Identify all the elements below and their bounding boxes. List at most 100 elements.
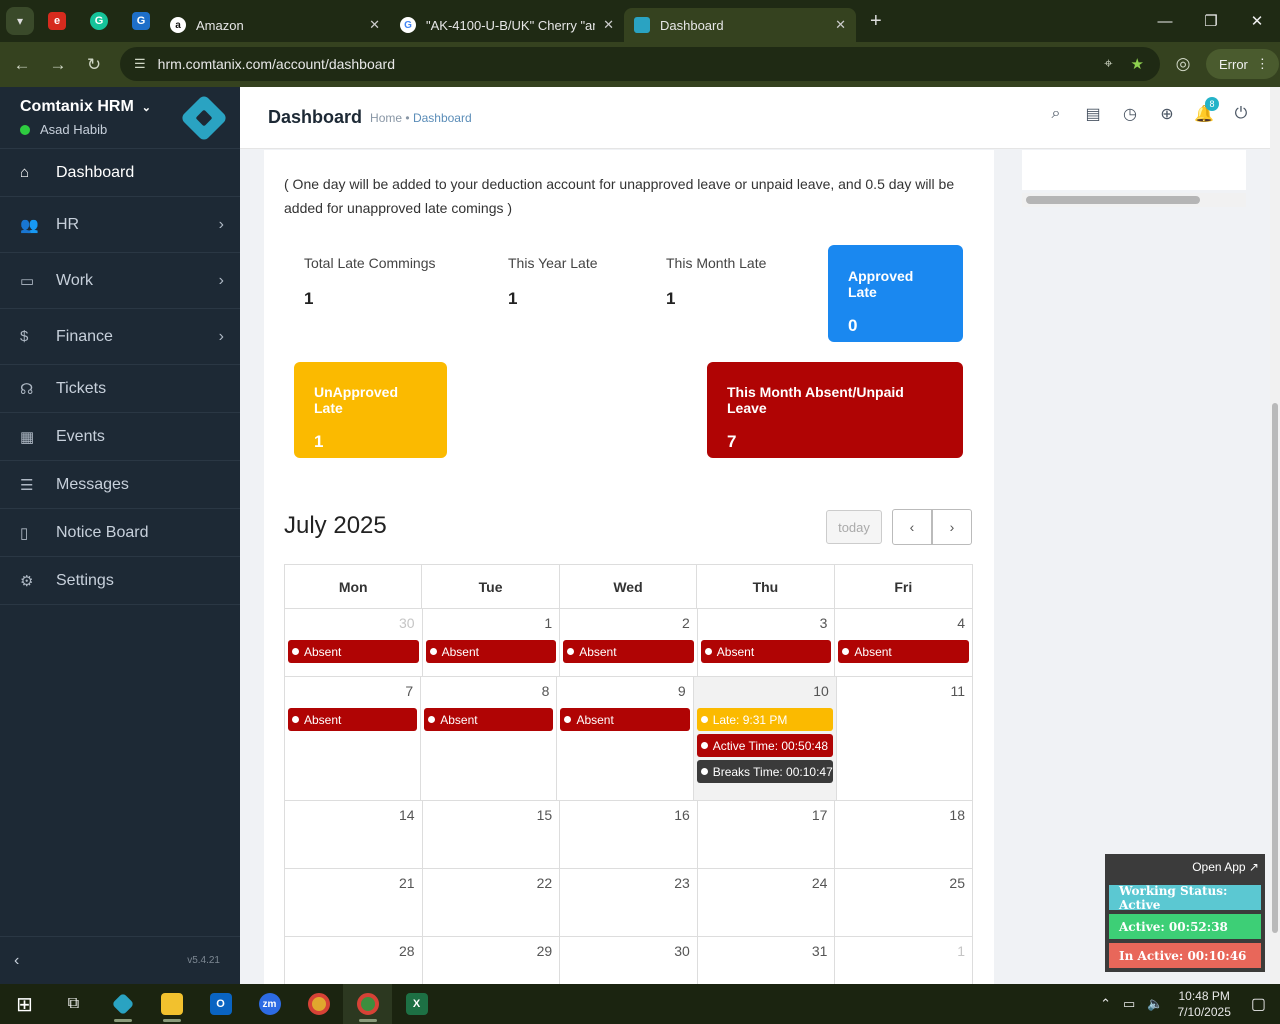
calendar-day-cell[interactable]: 30 xyxy=(560,937,698,984)
sidebar-item-notice-board[interactable]: ▯ Notice Board xyxy=(0,509,240,557)
calendar-event[interactable]: Absent xyxy=(288,708,418,731)
sidebar-item-dashboard[interactable]: ⌂ Dashboard xyxy=(0,149,240,197)
scrollbar-thumb[interactable] xyxy=(1272,403,1278,933)
pinned-tab-2[interactable]: G xyxy=(80,5,118,37)
new-tab-button[interactable]: + xyxy=(870,10,882,33)
calendar-day-cell[interactable]: 10 Late: 9:31 PM Active Time: 00:50:48 Brea… xyxy=(693,677,837,800)
calendar-day-cell[interactable]: 15 xyxy=(423,801,561,868)
calendar-day-cell[interactable]: 25 xyxy=(835,869,973,936)
add-circle-icon[interactable]: ⊕ xyxy=(1158,105,1176,123)
restore-icon[interactable]: ❐ xyxy=(1188,0,1234,42)
back-icon[interactable]: ← xyxy=(4,47,40,83)
taskbar-app-zoom[interactable]: zm xyxy=(245,984,294,1024)
taskbar-app-outlook[interactable]: O xyxy=(196,984,245,1024)
calendar-day-cell[interactable]: 4 Absent xyxy=(835,609,973,676)
chevron-up-icon[interactable]: ⌃ xyxy=(1100,996,1111,1012)
calendar-day-cell[interactable]: 21 xyxy=(285,869,423,936)
calendar-day-cell[interactable]: 23 xyxy=(560,869,698,936)
close-tab-icon[interactable]: ✕ xyxy=(369,17,380,33)
calendar-day-cell[interactable]: 9 Absent xyxy=(557,677,694,800)
open-app-link[interactable]: Open App ↗ xyxy=(1192,860,1259,874)
calendar-day-cell[interactable]: 11 xyxy=(837,677,973,800)
url-bar[interactable]: ☰ hrm.comtanix.com/account/dashboard ⌖ ★ xyxy=(120,47,1160,81)
calendar-event[interactable]: Absent xyxy=(288,640,419,663)
sidebar-item-messages[interactable]: ☰ Messages xyxy=(0,461,240,509)
sidebar-item-events[interactable]: ▦ Events xyxy=(0,413,240,461)
close-tab-icon[interactable]: ✕ xyxy=(603,17,614,33)
calendar-next-button[interactable]: › xyxy=(932,509,972,545)
approved-late-box[interactable]: Approved Late 0 xyxy=(828,245,963,342)
profile-icon[interactable]: ◎ xyxy=(1170,51,1196,77)
forward-icon[interactable]: → xyxy=(40,47,76,83)
taskbar-app-comtanix[interactable] xyxy=(98,984,147,1024)
calendar-event[interactable]: Absent xyxy=(563,640,694,663)
bookmark-star-icon[interactable]: ★ xyxy=(1131,55,1144,73)
calendar-day-cell[interactable]: 1 xyxy=(835,937,973,984)
month-absent-box[interactable]: This Month Absent/Unpaid Leave 7 xyxy=(707,362,963,458)
calendar-day-cell[interactable]: 30 Absent xyxy=(285,609,423,676)
site-info-icon[interactable]: ☰ xyxy=(134,56,146,72)
sidebar-item-tickets[interactable]: ☊ Tickets xyxy=(0,365,240,413)
sidebar-item-settings[interactable]: ⚙ Settings xyxy=(0,557,240,605)
bell-icon[interactable]: 🔔 8 xyxy=(1194,97,1219,123)
scrollbar-thumb[interactable] xyxy=(1026,196,1200,204)
calendar-day-cell[interactable]: 8 Absent xyxy=(421,677,558,800)
calendar-day-cell[interactable]: 14 xyxy=(285,801,423,868)
sidebar-item-hr[interactable]: 👥 HR › xyxy=(0,197,240,253)
calendar-event[interactable]: Absent xyxy=(838,640,969,663)
calendar-today-button[interactable]: today xyxy=(826,510,882,544)
pinned-tab-1[interactable]: e xyxy=(38,5,76,37)
calendar-event[interactable]: Active Time: 00:50:48 xyxy=(696,734,833,757)
calendar-day-cell[interactable]: 31 xyxy=(698,937,836,984)
close-tab-icon[interactable]: ✕ xyxy=(835,17,846,33)
breadcrumb-home[interactable]: Home xyxy=(370,111,402,125)
calendar-day-cell[interactable]: 17 xyxy=(698,801,836,868)
collapse-sidebar-icon[interactable]: ‹ xyxy=(14,952,19,970)
taskbar-app-explorer[interactable] xyxy=(147,984,196,1024)
tab-google-search[interactable]: G "AK-4100-U-B/UK" Cherry "ama ✕ xyxy=(390,8,624,42)
page-scrollbar[interactable] xyxy=(1270,87,1280,984)
chevron-down-icon[interactable]: ⌄ xyxy=(142,102,151,114)
brand-header[interactable]: Comtanix HRM ⌄ Asad Habib xyxy=(0,87,240,149)
calendar-day-cell[interactable]: 7 Absent xyxy=(285,677,422,800)
calendar-day-cell[interactable]: 28 xyxy=(285,937,423,984)
sticky-note-icon[interactable]: ▤ xyxy=(1084,105,1102,123)
close-window-icon[interactable]: ✕ xyxy=(1234,0,1280,42)
notification-center-icon[interactable]: ▢ xyxy=(1251,994,1266,1014)
calendar-day-cell[interactable]: 24 xyxy=(698,869,836,936)
calendar-event[interactable]: Absent xyxy=(560,708,690,731)
minimize-icon[interactable]: — xyxy=(1142,0,1188,42)
task-view-button[interactable]: ⧉ xyxy=(49,984,98,1024)
calendar-event[interactable]: Late: 9:31 PM xyxy=(696,708,833,731)
calendar-day-cell[interactable]: 3 Absent xyxy=(698,609,836,676)
taskbar-app-excel[interactable]: X xyxy=(392,984,441,1024)
tab-dashboard[interactable]: Dashboard ✕ xyxy=(624,8,856,42)
calendar-day-cell[interactable]: 16 xyxy=(560,801,698,868)
error-button[interactable]: Error ⋮ xyxy=(1206,49,1279,79)
calendar-prev-button[interactable]: ‹ xyxy=(892,509,932,545)
calendar-day-cell[interactable]: 29 xyxy=(423,937,561,984)
tab-search-button[interactable]: ▾ xyxy=(6,7,34,35)
clock-icon[interactable]: ◷ xyxy=(1121,105,1139,123)
network-icon[interactable]: ▭ xyxy=(1123,996,1135,1012)
calendar-event[interactable]: Absent xyxy=(700,640,832,663)
taskbar-clock[interactable]: 10:48 PM 7/10/2025 xyxy=(1177,988,1230,1020)
calendar-day-cell[interactable]: 2 Absent xyxy=(560,609,698,676)
sidebar-item-finance[interactable]: $ Finance › xyxy=(0,309,240,365)
taskbar-app-chrome-profile[interactable] xyxy=(343,984,392,1024)
unapproved-late-box[interactable]: UnApproved Late 1 xyxy=(294,362,447,458)
power-icon[interactable]: ⏻ xyxy=(1232,105,1250,123)
right-panel-scrollbar[interactable] xyxy=(1022,193,1246,207)
start-button[interactable]: ⊞ xyxy=(0,984,49,1024)
search-icon[interactable]: ⌕ xyxy=(1047,105,1065,123)
calendar-day-cell[interactable]: 1 Absent xyxy=(423,609,561,676)
reload-icon[interactable]: ↻ xyxy=(76,47,112,83)
calendar-day-cell[interactable]: 22 xyxy=(423,869,561,936)
calendar-event[interactable]: Absent xyxy=(424,708,554,731)
pinned-tab-3[interactable]: G xyxy=(122,5,160,37)
sidebar-item-work[interactable]: ▭ Work › xyxy=(0,253,240,309)
volume-icon[interactable]: 🔈 xyxy=(1147,996,1163,1012)
calendar-event[interactable]: Absent xyxy=(425,640,557,663)
tab-amazon[interactable]: a Amazon ✕ xyxy=(160,8,390,42)
location-icon[interactable]: ⌖ xyxy=(1104,55,1112,73)
